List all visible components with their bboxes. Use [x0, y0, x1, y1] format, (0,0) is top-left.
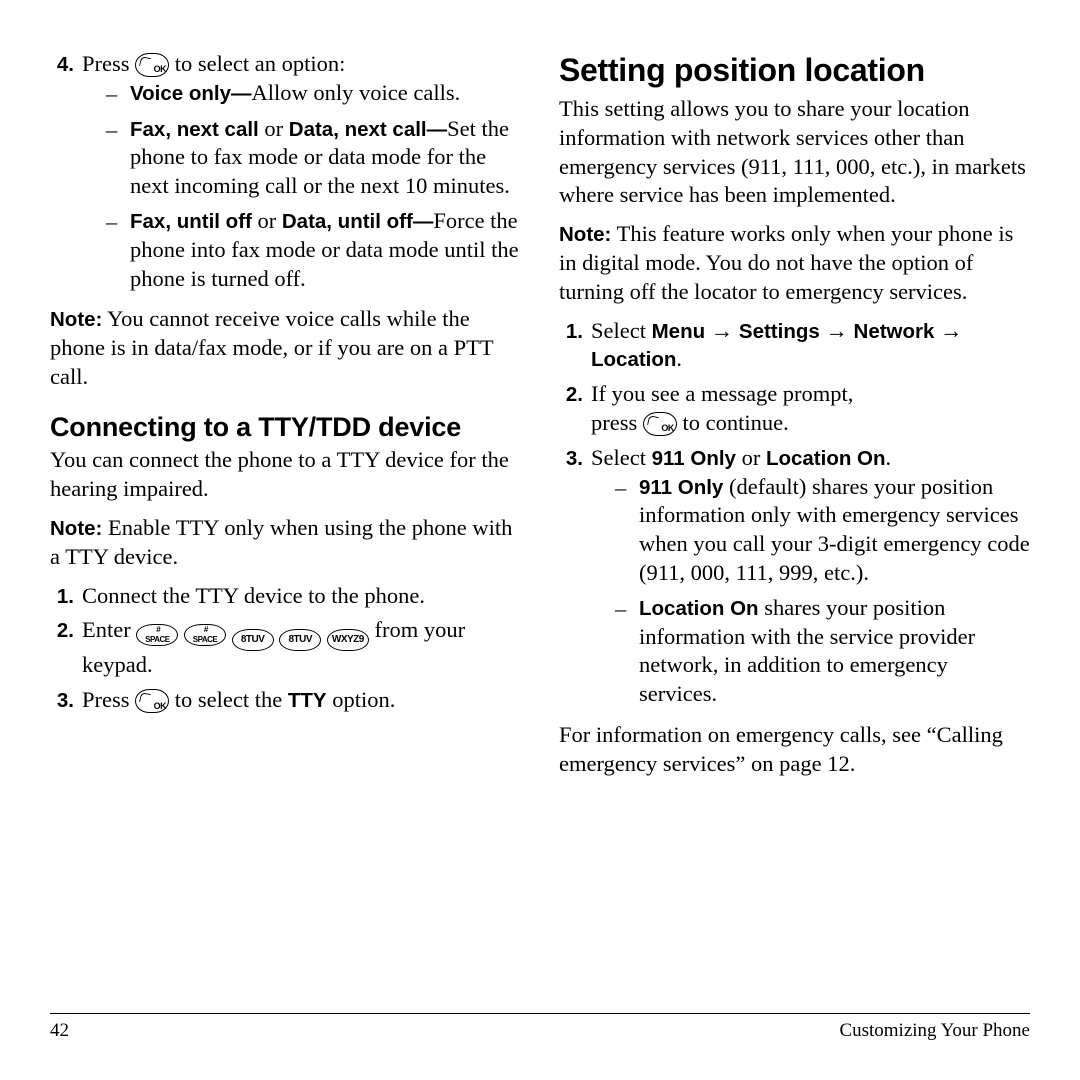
opt-mid: or: [259, 116, 289, 141]
page-footer: 42 Customizing Your Phone: [50, 1013, 1030, 1042]
s2-line2b: to continue.: [683, 410, 789, 435]
step-text: Select Menu → Settings → Network → Locat…: [591, 317, 1030, 375]
s3-c: option.: [332, 687, 395, 712]
menu-path-3: Network: [854, 320, 935, 343]
step-number: 4.: [50, 50, 74, 299]
option-911-only: – 911 Only (default) shares your positio…: [615, 473, 1030, 588]
note-text: This feature works only when your phone …: [559, 221, 1013, 304]
position-intro: This setting allows you to share your lo…: [559, 95, 1030, 210]
option-fax-next: – Fax, next call or Data, next call—Set …: [106, 115, 521, 201]
opt-bold: Voice only—: [130, 82, 252, 105]
loc-step-2: 2. If you see a message prompt, press to…: [559, 380, 1030, 438]
sub-bold: 911 Only: [639, 476, 723, 499]
ok-key-icon: [135, 53, 169, 77]
arrow-icon: →: [825, 318, 848, 343]
note-label: Note:: [559, 223, 611, 246]
step-text: Enter #SPACE #SPACE 8TUV 8TUV WXYZ9 from…: [82, 616, 521, 680]
dash-bullet: –: [106, 79, 120, 109]
step4-lead-b: to select an option:: [175, 51, 346, 76]
dash-bullet: –: [106, 207, 120, 293]
page-number: 42: [50, 1020, 69, 1042]
emergency-xref: For information on emergency calls, see …: [559, 721, 1030, 779]
arrow-icon: →: [711, 318, 734, 343]
step-number: 1.: [50, 582, 74, 611]
s3-a: Press: [82, 687, 130, 712]
dash-bullet: –: [615, 473, 629, 588]
step-4: 4. Press to select an option: – Voice on…: [50, 50, 521, 299]
note-tty: Note: Enable TTY only when using the pho…: [50, 514, 521, 572]
arrow-icon: →: [940, 318, 963, 343]
hash-key-icon: #SPACE: [136, 624, 178, 646]
opt-rest: Allow only voice calls.: [252, 80, 461, 105]
hash-key-icon: #SPACE: [184, 624, 226, 646]
loc-step-1: 1. Select Menu → Settings → Network → Lo…: [559, 317, 1030, 375]
step-number: 1.: [559, 317, 583, 375]
heading-position-location: Setting position location: [559, 50, 1030, 91]
s1-lead: Select: [591, 318, 652, 343]
menu-path-2: Settings: [739, 320, 820, 343]
s3-opt-a: 911 Only: [652, 447, 736, 470]
dash-bullet: –: [615, 594, 629, 709]
tty-step-2: 2. Enter #SPACE #SPACE 8TUV 8TUV WXYZ9 f…: [50, 616, 521, 680]
s3-bold: TTY: [288, 689, 327, 712]
step-number: 2.: [50, 616, 74, 680]
step-text: Connect the TTY device to the phone.: [82, 582, 521, 611]
eight-key-icon: 8TUV: [232, 629, 274, 651]
tty-step-1: 1. Connect the TTY device to the phone.: [50, 582, 521, 611]
footer-section-title: Customizing Your Phone: [839, 1020, 1030, 1042]
s3-opt-b: Location On: [766, 447, 886, 470]
ok-key-icon: [135, 689, 169, 713]
two-column-layout: 4. Press to select an option: – Voice on…: [50, 50, 1030, 788]
step-text: Press to select the TTY option.: [82, 686, 521, 715]
note-text: You cannot receive voice calls while the…: [50, 306, 493, 389]
option-voice-only: – Voice only—Allow only voice calls.: [106, 79, 521, 109]
note-datafax: Note: You cannot receive voice calls whi…: [50, 305, 521, 391]
opt-bold2: Data, next call—: [289, 118, 447, 141]
tty-intro: You can connect the phone to a TTY devic…: [50, 446, 521, 504]
s2-lead: Enter: [82, 617, 131, 642]
note-digital-mode: Note: This feature works only when your …: [559, 220, 1030, 306]
opt-bold: Fax, until off: [130, 210, 252, 233]
nine-key-icon: WXYZ9: [327, 629, 369, 651]
sub-bold: Location On: [639, 597, 759, 620]
opt-bold2: Data, until off—: [282, 210, 433, 233]
note-label: Note:: [50, 308, 102, 331]
ok-key-icon: [643, 412, 677, 436]
s3-or: or: [736, 445, 766, 470]
dash-bullet: –: [106, 115, 120, 201]
opt-mid: or: [252, 208, 282, 233]
option-fax-until-off: – Fax, until off or Data, until off—Forc…: [106, 207, 521, 293]
step-number: 3.: [559, 444, 583, 715]
step-text: Press to select an option: – Voice only—…: [82, 50, 521, 299]
note-label: Note:: [50, 517, 102, 540]
manual-page: 4. Press to select an option: – Voice on…: [0, 0, 1080, 1080]
step4-lead-a: Press: [82, 51, 130, 76]
step4-options: – Voice only—Allow only voice calls. – F…: [82, 79, 521, 294]
right-column: Setting position location This setting a…: [559, 50, 1030, 788]
s2-line1: If you see a message prompt,: [591, 381, 853, 406]
heading-tty: Connecting to a TTY/TDD device: [50, 410, 521, 445]
s3-lead: Select: [591, 445, 652, 470]
step-number: 2.: [559, 380, 583, 438]
opt-bold: Fax, next call: [130, 118, 259, 141]
location-options: – 911 Only (default) shares your positio…: [591, 473, 1030, 709]
step-number: 3.: [50, 686, 74, 715]
eight-key-icon: 8TUV: [279, 629, 321, 651]
note-text: Enable TTY only when using the phone wit…: [50, 515, 512, 569]
s2-line2a: press: [591, 410, 637, 435]
tty-step-3: 3. Press to select the TTY option.: [50, 686, 521, 715]
menu-path-1: Menu: [652, 320, 706, 343]
s2-tail: from your keypad.: [82, 617, 465, 677]
s3-b: to select the: [175, 687, 282, 712]
menu-path-4: Location: [591, 348, 676, 371]
option-location-on: – Location On shares your position infor…: [615, 594, 1030, 709]
left-column: 4. Press to select an option: – Voice on…: [50, 50, 521, 788]
loc-step-3: 3. Select 911 Only or Location On. – 911…: [559, 444, 1030, 715]
s3-period: .: [886, 445, 892, 470]
step-text: If you see a message prompt, press to co…: [591, 380, 1030, 438]
step-text: Select 911 Only or Location On. – 911 On…: [591, 444, 1030, 715]
